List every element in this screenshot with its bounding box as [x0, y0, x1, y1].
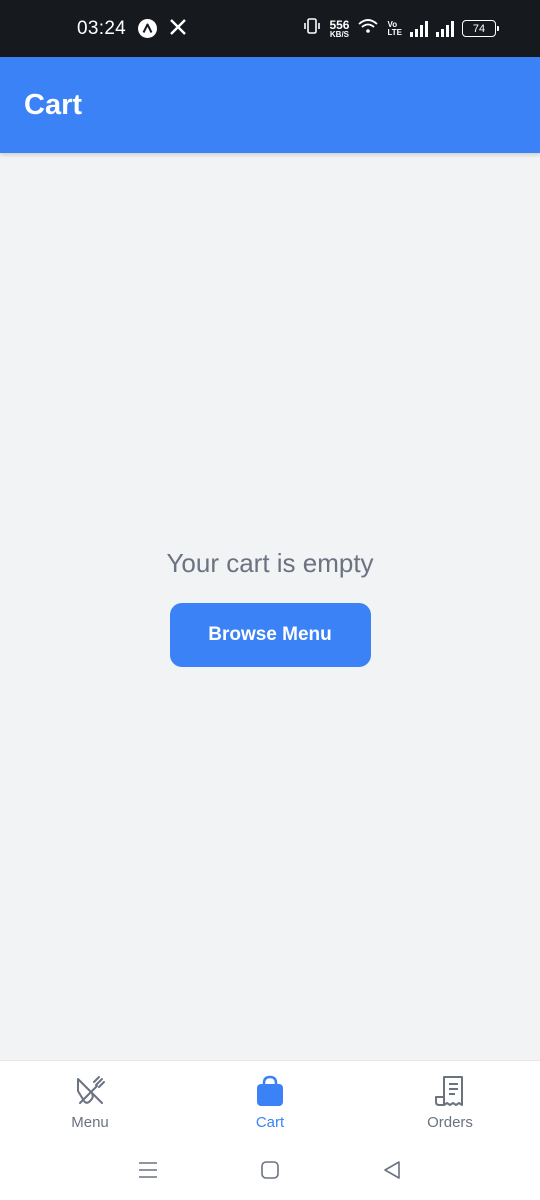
- network-speed-unit: KB/S: [329, 29, 350, 39]
- vibrate-icon: [303, 18, 321, 39]
- back-icon[interactable]: [381, 1159, 403, 1181]
- system-nav-bar: [0, 1140, 540, 1200]
- nav-item-orders[interactable]: Orders: [360, 1061, 540, 1140]
- nav-item-cart[interactable]: Cart: [180, 1061, 360, 1140]
- recents-icon[interactable]: [137, 1159, 159, 1181]
- battery-level: 74: [472, 22, 486, 35]
- volte-indicator: Vo LTE: [387, 20, 402, 37]
- signal-icon: [410, 20, 428, 37]
- fork-knife-icon: [72, 1073, 108, 1109]
- nav-label-orders: Orders: [427, 1114, 473, 1131]
- network-speed: 556 KB/S: [329, 19, 349, 39]
- status-bar: 03:24 556 KB/S Vo LTE 74: [0, 0, 540, 57]
- home-icon[interactable]: [259, 1159, 281, 1181]
- volte-bottom: LTE: [387, 27, 402, 37]
- battery-icon: 74: [462, 20, 499, 37]
- bottom-nav: Menu Cart Orders: [0, 1060, 540, 1140]
- signal-icon: [436, 20, 454, 37]
- page-title: Cart: [24, 88, 83, 121]
- status-time: 03:24: [77, 17, 127, 39]
- browse-menu-button[interactable]: Browse Menu: [169, 603, 371, 667]
- status-right: 556 KB/S Vo LTE 74: [303, 18, 499, 39]
- shopping-bag-icon: [252, 1073, 288, 1109]
- a-app-icon: [138, 19, 158, 38]
- receipt-icon: [432, 1073, 468, 1109]
- nav-label-cart: Cart: [255, 1114, 285, 1131]
- network-speed-value: 556: [329, 17, 350, 32]
- empty-cart-state: Your cart is empty Browse Menu: [0, 540, 540, 667]
- app-bar: Cart: [0, 57, 540, 153]
- x-logo-icon: [169, 18, 187, 40]
- wifi-icon: [357, 18, 379, 39]
- nav-item-menu[interactable]: Menu: [0, 1061, 180, 1140]
- nav-label-menu: Menu: [71, 1114, 109, 1131]
- empty-cart-message: Your cart is empty: [166, 548, 374, 578]
- status-left: 03:24: [77, 18, 187, 40]
